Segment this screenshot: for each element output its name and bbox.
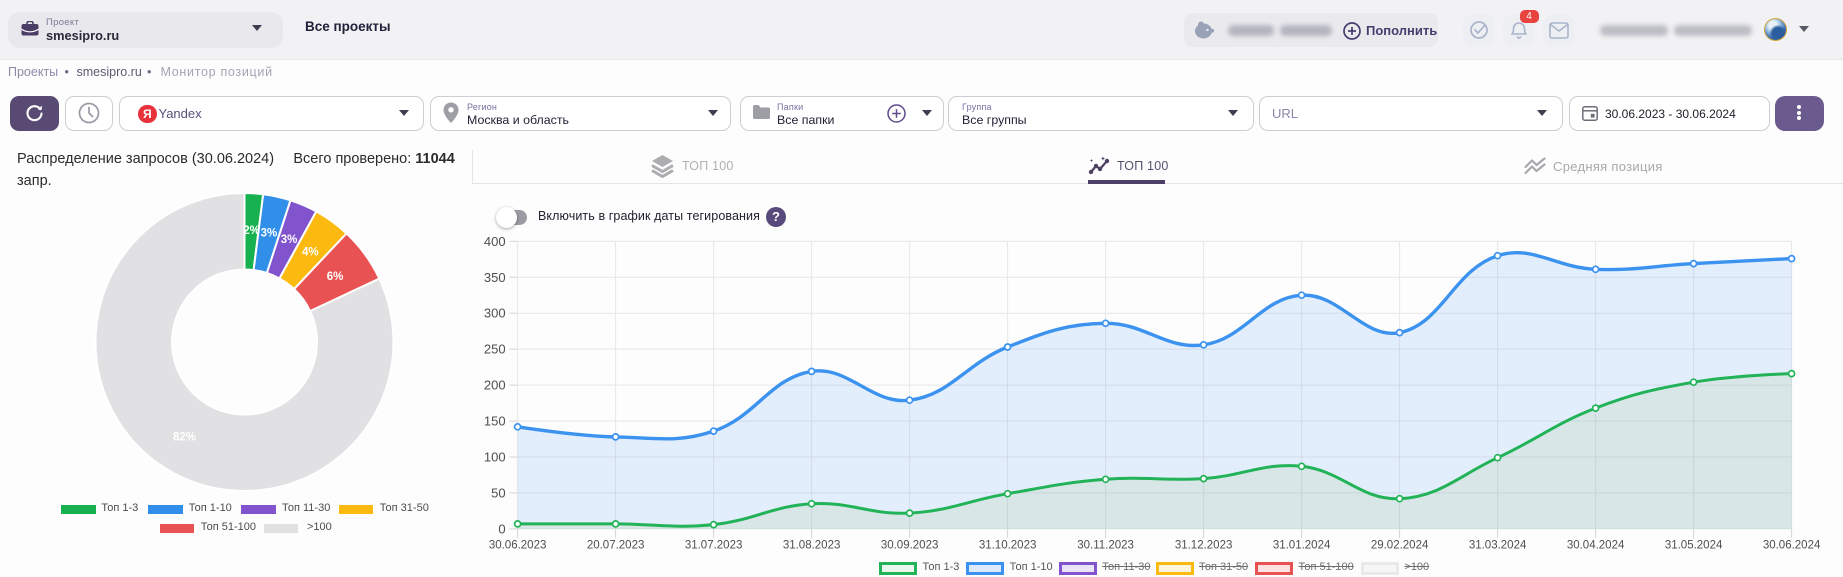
svg-text:30.11.2023: 30.11.2023 (1077, 539, 1134, 551)
svg-text:31.03.2024: 31.03.2024 (1469, 539, 1527, 551)
svg-text:300: 300 (484, 306, 506, 321)
svg-text:150: 150 (484, 414, 506, 429)
svg-text:29.02.2024: 29.02.2024 (1371, 539, 1429, 551)
svg-text:350: 350 (484, 270, 506, 285)
svg-text:31.01.2024: 31.01.2024 (1273, 539, 1331, 551)
svg-text:31.12.2023: 31.12.2023 (1175, 539, 1233, 551)
svg-text:31.07.2023: 31.07.2023 (685, 539, 743, 551)
svg-text:31.05.2024: 31.05.2024 (1665, 539, 1723, 551)
svg-text:100: 100 (484, 450, 506, 465)
svg-text:30.06.2023: 30.06.2023 (489, 539, 547, 551)
svg-text:200: 200 (484, 378, 506, 393)
svg-text:50: 50 (491, 485, 505, 500)
svg-text:31.08.2023: 31.08.2023 (783, 539, 841, 551)
svg-text:0: 0 (498, 521, 505, 536)
svg-text:30.06.2024: 30.06.2024 (1763, 539, 1821, 551)
svg-text:250: 250 (484, 342, 506, 357)
svg-text:30.09.2023: 30.09.2023 (881, 539, 939, 551)
svg-text:31.10.2023: 31.10.2023 (979, 539, 1037, 551)
svg-text:400: 400 (484, 234, 506, 249)
svg-text:30.04.2024: 30.04.2024 (1567, 539, 1625, 551)
svg-text:20.07.2023: 20.07.2023 (587, 539, 645, 551)
